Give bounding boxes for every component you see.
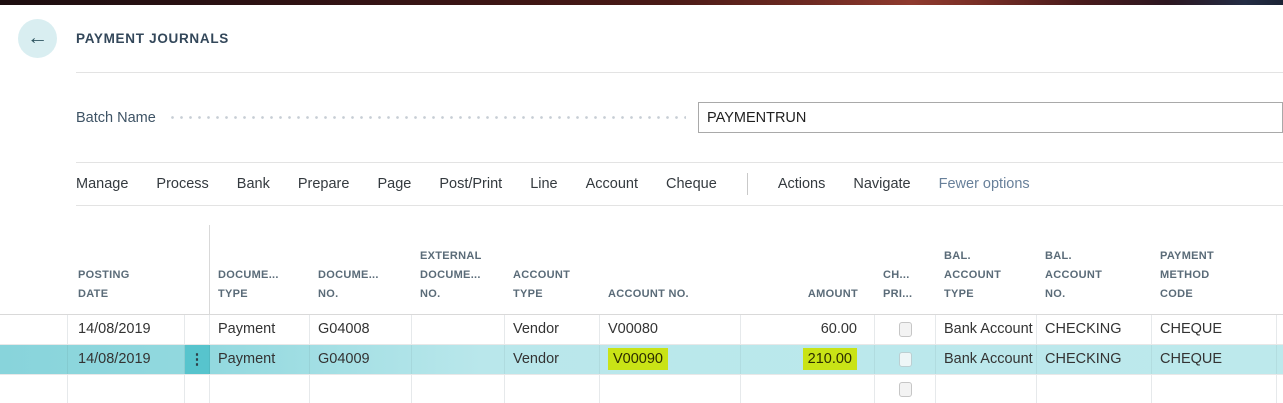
bal-account-no-cell[interactable] bbox=[1037, 375, 1152, 403]
column-header-account-no[interactable]: ACCOUNT NO. bbox=[600, 225, 741, 314]
batch-name-input[interactable] bbox=[698, 102, 1283, 133]
column-header-row-marker bbox=[185, 225, 210, 314]
amount-cell[interactable]: 210.00 bbox=[741, 345, 875, 374]
column-header-filler bbox=[1277, 225, 1283, 314]
row-filler-cell bbox=[1277, 315, 1283, 344]
column-header-amount[interactable]: AMOUNT bbox=[741, 225, 875, 314]
row-gutter-cell[interactable] bbox=[0, 345, 68, 374]
check-printed-checkbox[interactable] bbox=[899, 352, 912, 367]
back-button[interactable]: ← bbox=[18, 19, 57, 58]
menu-item-process[interactable]: Process bbox=[156, 176, 208, 192]
row-filler-cell bbox=[1277, 345, 1283, 374]
check-printed-checkbox[interactable] bbox=[899, 382, 912, 397]
table-row-empty bbox=[0, 375, 1283, 403]
dotted-leader bbox=[168, 102, 686, 133]
external-document-no-cell[interactable] bbox=[412, 315, 505, 344]
check-printed-cell bbox=[875, 315, 936, 344]
column-header-external-document-no[interactable]: EXTERNAL DOCUME... NO. bbox=[412, 225, 505, 314]
menu-item-cheque[interactable]: Cheque bbox=[666, 176, 717, 192]
account-no-cell[interactable]: V00090 bbox=[600, 345, 741, 374]
row-marker-cell[interactable] bbox=[185, 315, 210, 344]
column-header-gutter bbox=[0, 225, 68, 314]
posting-date-cell[interactable] bbox=[68, 375, 185, 403]
check-printed-cell bbox=[875, 345, 936, 374]
menu-item-bank[interactable]: Bank bbox=[237, 176, 270, 192]
annotation-highlight: V00090 bbox=[608, 348, 668, 370]
bal-account-type-cell[interactable]: Bank Account bbox=[936, 315, 1037, 344]
column-header-posting-date[interactable]: POSTING DATE bbox=[68, 225, 185, 314]
journal-lines-table: POSTING DATE DOCUME... TYPE DOCUME... NO… bbox=[0, 225, 1283, 403]
batch-name-row: Batch Name bbox=[0, 73, 1283, 162]
document-type-cell[interactable] bbox=[210, 375, 310, 403]
account-no-cell[interactable]: V00080 bbox=[600, 315, 741, 344]
column-header-payment-method-code[interactable]: PAYMENT METHOD CODE bbox=[1152, 225, 1277, 314]
menu-item-line[interactable]: Line bbox=[530, 176, 557, 192]
document-type-cell[interactable]: Payment bbox=[210, 345, 310, 374]
menu-item-post-print[interactable]: Post/Print bbox=[439, 176, 502, 192]
bal-account-type-cell[interactable] bbox=[936, 375, 1037, 403]
menu-item-manage[interactable]: Manage bbox=[76, 176, 128, 192]
menu-item-navigate[interactable]: Navigate bbox=[853, 176, 910, 192]
arrow-left-icon: ← bbox=[27, 27, 48, 48]
table-row-selected: 14/08/2019 ⋮ Payment G04009 Vendor V0009… bbox=[0, 345, 1283, 375]
row-gutter-cell[interactable] bbox=[0, 315, 68, 344]
menu-item-page[interactable]: Page bbox=[377, 176, 411, 192]
amount-cell[interactable]: 60.00 bbox=[741, 315, 875, 344]
row-gutter-cell[interactable] bbox=[0, 375, 68, 403]
external-document-no-cell[interactable] bbox=[412, 375, 505, 403]
page-header: ← PAYMENT JOURNALS bbox=[0, 5, 1283, 72]
column-header-check-printed[interactable]: CH... PRI... bbox=[875, 225, 936, 314]
row-marker-cell[interactable] bbox=[185, 375, 210, 403]
document-no-cell[interactable] bbox=[310, 375, 412, 403]
posting-date-cell[interactable]: 14/08/2019 bbox=[68, 345, 185, 374]
account-type-cell[interactable]: Vendor bbox=[505, 315, 600, 344]
account-type-cell[interactable]: Vendor bbox=[505, 345, 600, 374]
batch-name-label: Batch Name bbox=[76, 110, 156, 126]
bal-account-no-cell[interactable]: CHECKING bbox=[1037, 315, 1152, 344]
annotation-highlight: 210.00 bbox=[803, 348, 857, 370]
payment-method-code-cell[interactable]: CHEQUE bbox=[1152, 315, 1277, 344]
column-header-account-type[interactable]: ACCOUNT TYPE bbox=[505, 225, 600, 314]
payment-method-code-cell[interactable]: CHEQUE bbox=[1152, 345, 1277, 374]
column-header-document-no[interactable]: DOCUME... NO. bbox=[310, 225, 412, 314]
column-header-bal-account-no[interactable]: BAL. ACCOUNT NO. bbox=[1037, 225, 1152, 314]
document-no-cell[interactable]: G04009 bbox=[310, 345, 412, 374]
column-header-document-type[interactable]: DOCUME... TYPE bbox=[210, 225, 310, 314]
document-no-cell[interactable]: G04008 bbox=[310, 315, 412, 344]
menu-item-prepare[interactable]: Prepare bbox=[298, 176, 350, 192]
menu-item-actions[interactable]: Actions bbox=[778, 176, 826, 192]
document-type-cell[interactable]: Payment bbox=[210, 315, 310, 344]
amount-cell[interactable] bbox=[741, 375, 875, 403]
check-printed-checkbox[interactable] bbox=[899, 322, 912, 337]
fewer-options-link[interactable]: Fewer options bbox=[939, 176, 1030, 192]
row-marker-cell[interactable]: ⋮ bbox=[185, 345, 210, 374]
column-header-bal-account-type[interactable]: BAL. ACCOUNT TYPE bbox=[936, 225, 1037, 314]
table-row: 14/08/2019 Payment G04008 Vendor V00080 … bbox=[0, 315, 1283, 345]
menu-separator bbox=[747, 173, 748, 195]
row-filler-cell bbox=[1277, 375, 1283, 403]
row-options-ellipsis-icon: ⋮ bbox=[190, 352, 205, 367]
payment-method-code-cell[interactable] bbox=[1152, 375, 1277, 403]
page-title: PAYMENT JOURNALS bbox=[76, 31, 229, 46]
action-bar: Manage Process Bank Prepare Page Post/Pr… bbox=[76, 162, 1283, 206]
menu-item-account[interactable]: Account bbox=[586, 176, 638, 192]
posting-date-cell[interactable]: 14/08/2019 bbox=[68, 315, 185, 344]
table-header-row: POSTING DATE DOCUME... TYPE DOCUME... NO… bbox=[0, 225, 1283, 315]
account-type-cell[interactable] bbox=[505, 375, 600, 403]
account-no-cell[interactable] bbox=[600, 375, 741, 403]
bal-account-no-cell[interactable]: CHECKING bbox=[1037, 345, 1152, 374]
external-document-no-cell[interactable] bbox=[412, 345, 505, 374]
check-printed-cell bbox=[875, 375, 936, 403]
bal-account-type-cell[interactable]: Bank Account bbox=[936, 345, 1037, 374]
